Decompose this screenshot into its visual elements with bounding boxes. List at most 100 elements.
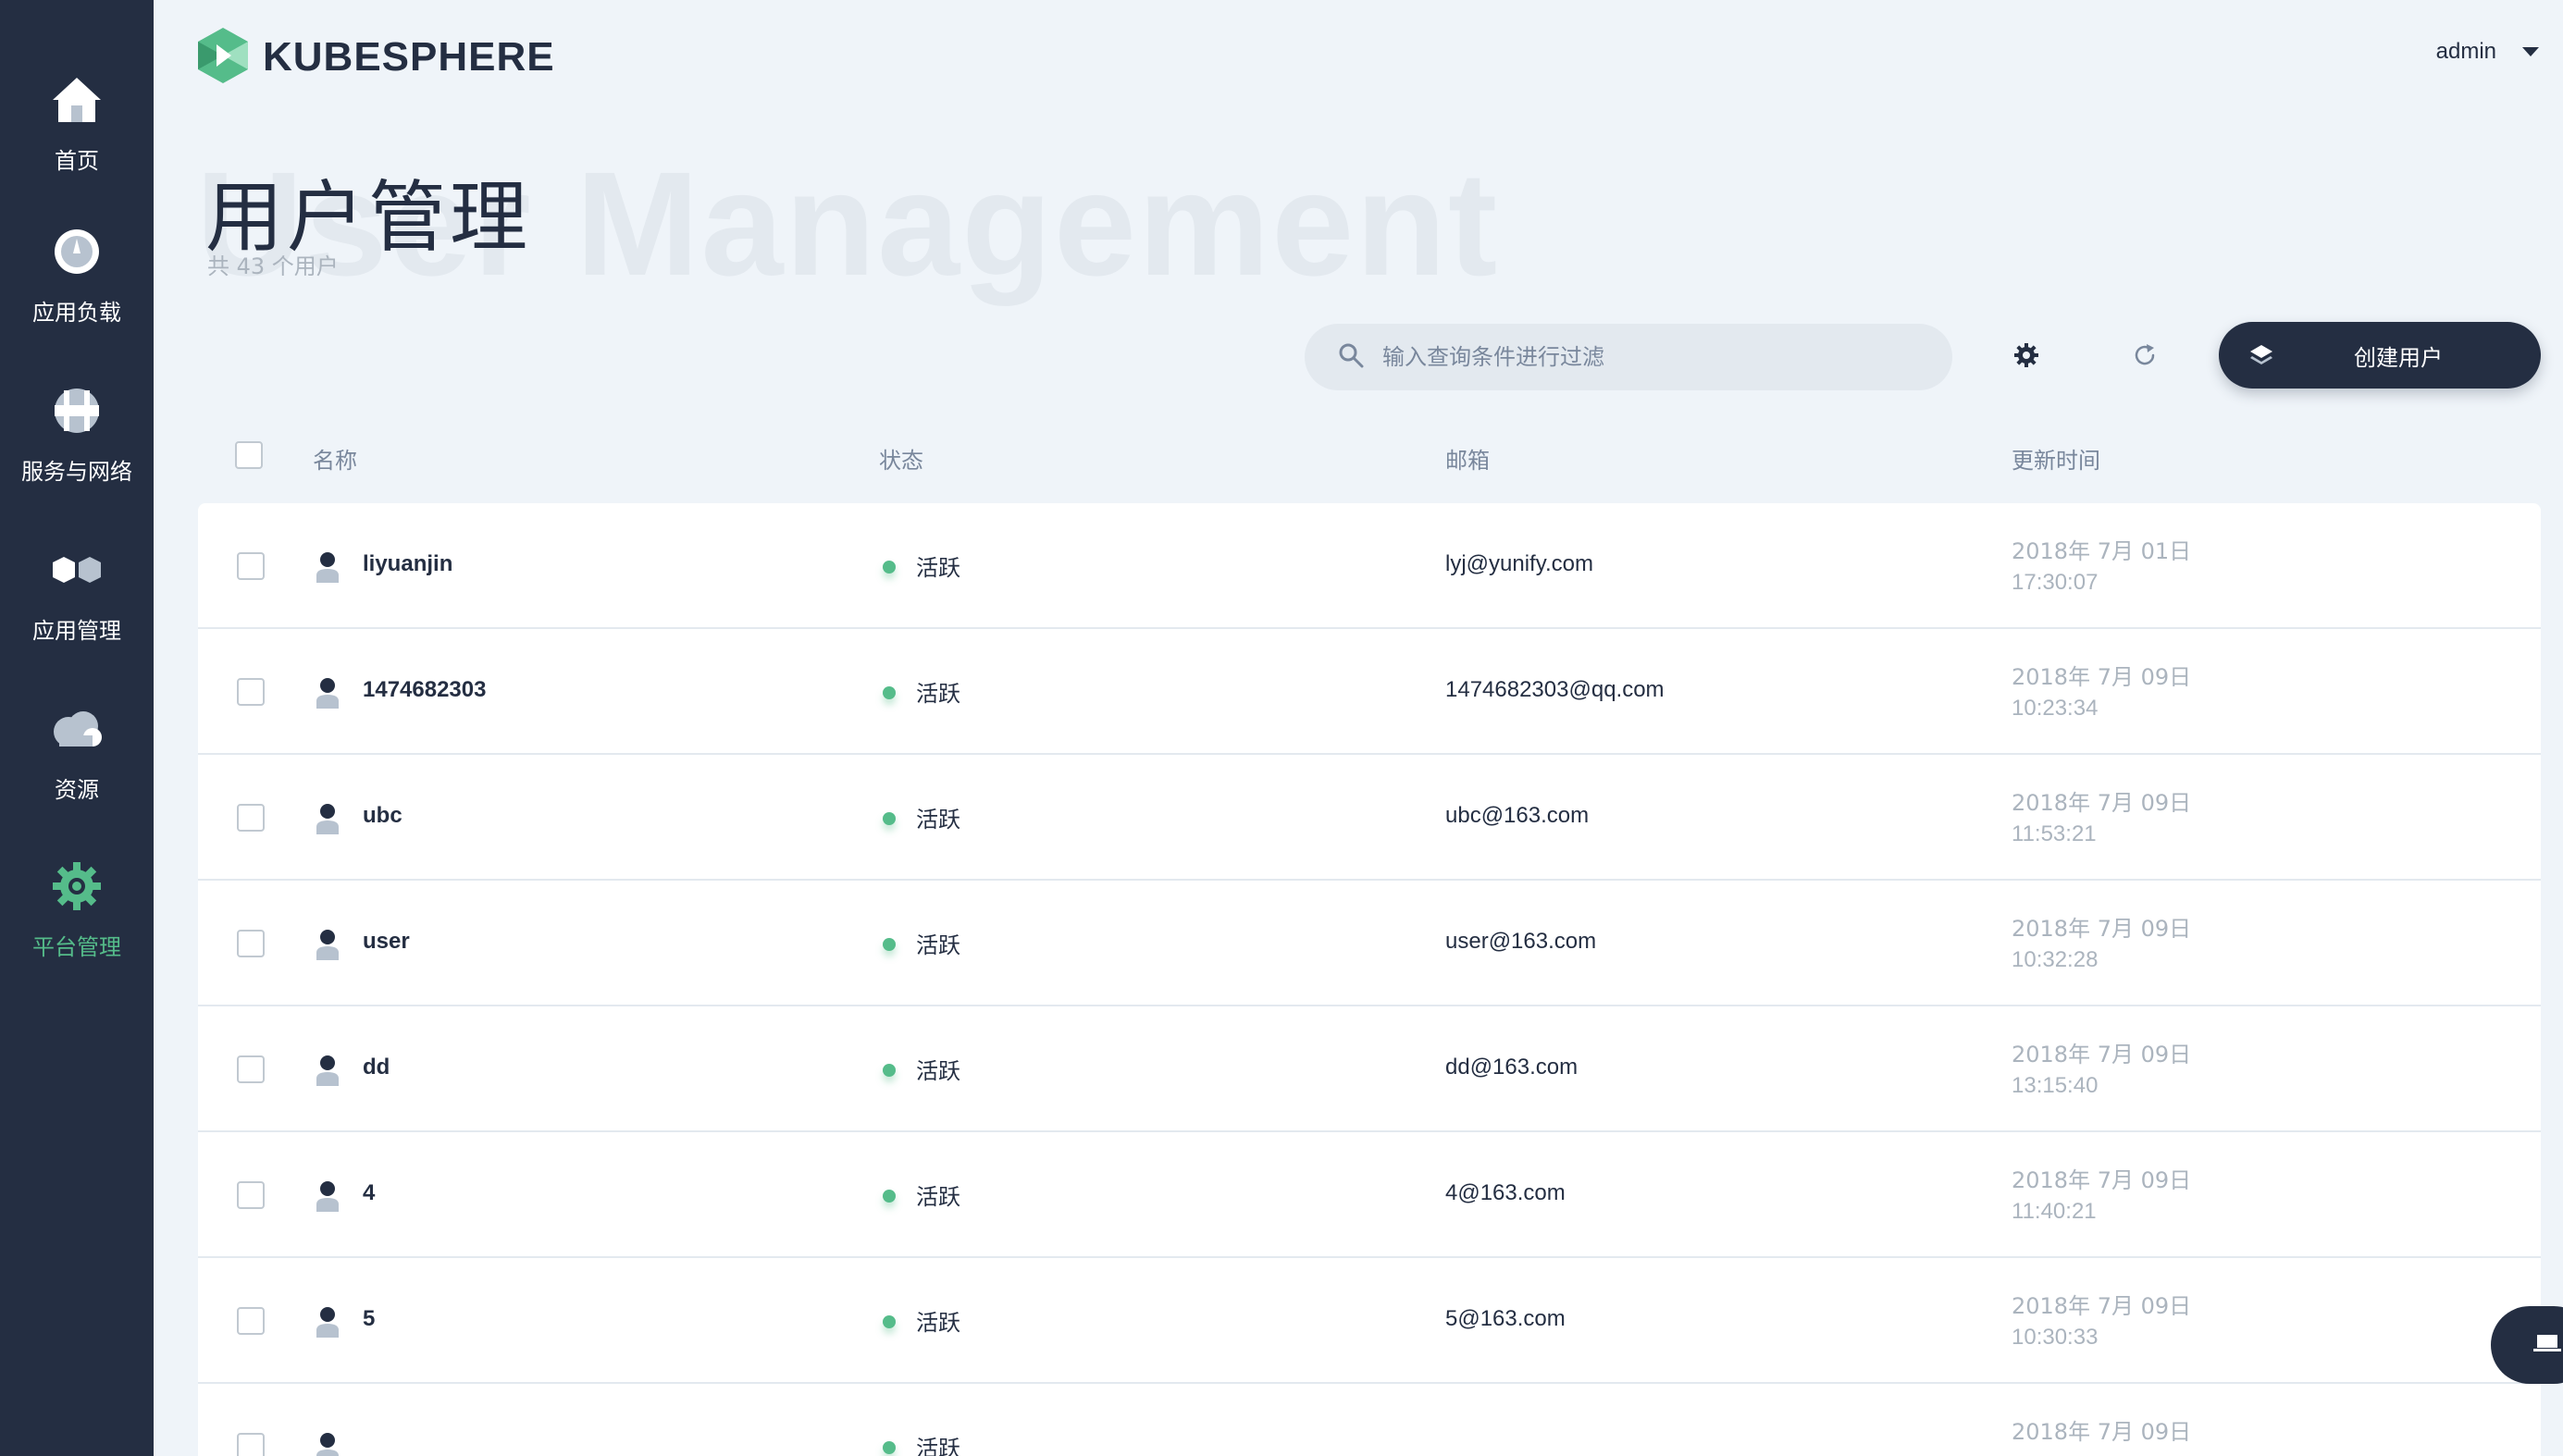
updated-date: 2018年 7月 01日: [2012, 538, 2192, 564]
user-name-link[interactable]: dd: [363, 1055, 390, 1080]
dashboard-icon: [49, 224, 105, 279]
sidebar-item-label: 服务与网络: [21, 459, 132, 485]
user-icon: [315, 1306, 340, 1342]
sidebar-item-apps[interactable]: 应用管理: [0, 542, 154, 681]
cloud-icon: [49, 701, 105, 757]
table-row[interactable]: liyuanjin 活跃 lyj@yunify.com 2018年 7月 01日…: [198, 503, 2541, 629]
column-header-updated[interactable]: 更新时间: [2012, 442, 2100, 475]
user-name-link[interactable]: 4: [363, 1180, 375, 1206]
user-name-link[interactable]: 5: [363, 1306, 375, 1332]
search-box[interactable]: [1305, 324, 1952, 390]
status-indicator: [883, 938, 896, 951]
table-row[interactable]: 1474682303 活跃 1474682303@qq.com 2018年 7月…: [198, 629, 2541, 755]
table-row[interactable]: 活跃 2018年 7月 09日: [198, 1384, 2541, 1456]
logo-text: KUBESPHERE: [263, 34, 555, 80]
user-icon: [315, 1180, 340, 1216]
sidebar-item-label: 资源: [55, 777, 99, 803]
row-checkbox[interactable]: [237, 804, 265, 832]
floating-tools-button[interactable]: [2491, 1306, 2563, 1384]
status-text: 活跃: [916, 1184, 960, 1210]
updated-time: 13:15:40: [2012, 1073, 2099, 1098]
row-checkbox[interactable]: [237, 930, 265, 957]
kubesphere-logo-icon: [196, 26, 250, 90]
search-icon: [1338, 342, 1364, 373]
table-header: 名称 状态 邮箱 更新时间: [198, 426, 2541, 483]
updated-time: 17:30:07: [2012, 570, 2099, 595]
user-count: 共 43 个用户: [207, 253, 339, 279]
row-checkbox[interactable]: [237, 678, 265, 706]
status-text: 活跃: [916, 1310, 960, 1336]
sidebar-item-network[interactable]: 服务与网络: [0, 383, 154, 522]
user-icon: [315, 1432, 340, 1456]
status-indicator: [883, 812, 896, 825]
create-user-label: 创建用户: [2354, 344, 2443, 371]
laptop-icon: [2533, 1333, 2561, 1358]
sidebar: 首页 应用负载 服务与网络 应用管理 资源 平台管理: [0, 0, 154, 1456]
user-name-link[interactable]: ubc: [363, 803, 402, 829]
email-text: lyj@yunify.com: [1445, 551, 1593, 576]
refresh-button[interactable]: [2123, 335, 2167, 379]
email-text: 4@163.com: [1445, 1180, 1566, 1205]
updated-date: 2018年 7月 09日: [2012, 664, 2192, 690]
apps-icon: [49, 542, 105, 598]
column-header-status[interactable]: 状态: [879, 442, 923, 475]
column-header-email[interactable]: 邮箱: [1445, 442, 1490, 475]
email-text: user@163.com: [1445, 929, 1597, 954]
row-checkbox[interactable]: [237, 1055, 265, 1083]
updated-time: 11:53:21: [2012, 821, 2097, 846]
row-checkbox[interactable]: [237, 1181, 265, 1209]
row-checkbox[interactable]: [237, 1433, 265, 1456]
table-row[interactable]: dd 活跃 dd@163.com 2018年 7月 09日 13:15:40: [198, 1006, 2541, 1132]
select-all-checkbox[interactable]: [235, 441, 263, 469]
user-name-link[interactable]: liyuanjin: [363, 551, 452, 577]
home-icon: [49, 72, 105, 128]
status-text: 活跃: [916, 555, 960, 581]
status-indicator: [883, 561, 896, 574]
table-row[interactable]: 4 活跃 4@163.com 2018年 7月 09日 11:40:21: [198, 1132, 2541, 1258]
table-row[interactable]: ubc 活跃 ubc@163.com 2018年 7月 09日 11:53:21: [198, 755, 2541, 881]
user-menu[interactable]: admin: [2436, 39, 2539, 65]
updated-date: 2018年 7月 09日: [2012, 916, 2192, 942]
table-row[interactable]: 5 活跃 5@163.com 2018年 7月 09日 10:30:33: [198, 1258, 2541, 1384]
sidebar-item-workloads[interactable]: 应用负载: [0, 224, 154, 363]
create-user-button[interactable]: 创建用户: [2219, 322, 2541, 389]
sidebar-item-home[interactable]: 首页: [0, 72, 154, 211]
logo[interactable]: KUBESPHERE: [196, 26, 555, 90]
column-header-name[interactable]: 名称: [313, 442, 357, 475]
status-indicator: [883, 1064, 896, 1077]
network-icon: [49, 383, 105, 438]
refresh-icon: [2132, 342, 2158, 373]
email-text: 5@163.com: [1445, 1306, 1566, 1331]
row-checkbox[interactable]: [237, 1307, 265, 1335]
email-text: dd@163.com: [1445, 1055, 1579, 1080]
layers-icon: [2248, 342, 2274, 373]
updated-date: 2018年 7月 09日: [2012, 790, 2192, 816]
updated-date: 2018年 7月 09日: [2012, 1293, 2192, 1319]
status-text: 活跃: [916, 807, 960, 833]
updated-time: 10:30:33: [2012, 1325, 2099, 1350]
row-checkbox[interactable]: [237, 552, 265, 580]
email-text: ubc@163.com: [1445, 803, 1590, 828]
chevron-down-icon: [2522, 47, 2539, 56]
status-indicator: [883, 686, 896, 699]
user-icon: [315, 1055, 340, 1091]
status-indicator: [883, 1190, 896, 1203]
table-row[interactable]: user 活跃 user@163.com 2018年 7月 09日 10:32:…: [198, 881, 2541, 1006]
user-icon: [315, 803, 340, 839]
updated-date: 2018年 7月 09日: [2012, 1419, 2192, 1445]
updated-date: 2018年 7月 09日: [2012, 1167, 2192, 1193]
user-name-link[interactable]: user: [363, 929, 410, 955]
gear-icon: [2013, 342, 2039, 373]
gear-icon: [49, 858, 105, 914]
sidebar-item-label: 首页: [55, 148, 99, 174]
user-icon: [315, 677, 340, 713]
search-input[interactable]: [1382, 344, 1901, 370]
sidebar-item-platform[interactable]: 平台管理: [0, 858, 154, 997]
status-indicator: [883, 1315, 896, 1328]
user-name-link[interactable]: 1474682303: [363, 677, 486, 703]
sidebar-item-label: 应用管理: [32, 618, 121, 644]
sidebar-item-resources[interactable]: 资源: [0, 701, 154, 840]
user-table: liyuanjin 活跃 lyj@yunify.com 2018年 7月 01日…: [198, 503, 2541, 1456]
status-text: 活跃: [916, 932, 960, 958]
settings-button[interactable]: [2004, 335, 2049, 379]
